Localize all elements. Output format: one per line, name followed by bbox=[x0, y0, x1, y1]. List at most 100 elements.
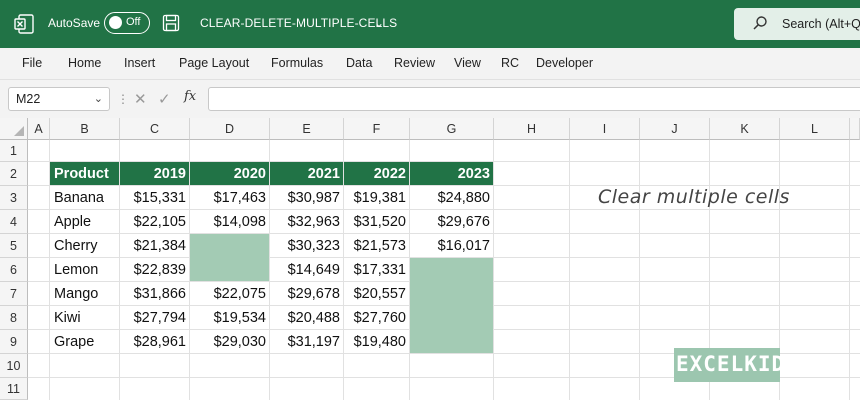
value-cell[interactable]: $27,760 bbox=[344, 306, 406, 330]
table-header-2023[interactable]: 2023 bbox=[410, 162, 493, 185]
column-header-c[interactable]: C bbox=[120, 118, 190, 140]
value-cell[interactable]: $19,534 bbox=[190, 306, 266, 330]
value-cell[interactable]: $14,649 bbox=[270, 258, 340, 282]
column-header-g[interactable]: G bbox=[410, 118, 494, 140]
value-cell[interactable]: $17,463 bbox=[190, 186, 266, 210]
annotation-text: Clear multiple cells bbox=[598, 186, 790, 208]
name-box-value: M22 bbox=[16, 92, 41, 106]
tab-insert[interactable]: Insert bbox=[124, 56, 155, 70]
value-cell[interactable]: $24,880 bbox=[410, 186, 490, 210]
formula-bar: M22 ⌄ ⋮ ✕ ✓ fx bbox=[0, 80, 860, 118]
column-header-b[interactable]: B bbox=[50, 118, 120, 140]
product-cell[interactable]: Grape bbox=[54, 330, 94, 354]
value-cell[interactable]: $21,573 bbox=[344, 234, 406, 258]
tab-view[interactable]: View bbox=[454, 56, 481, 70]
cleared-range-d5-d6[interactable] bbox=[190, 234, 269, 281]
value-cell[interactable]: $22,075 bbox=[190, 282, 266, 306]
value-cell[interactable]: $22,839 bbox=[120, 258, 186, 282]
enter-check-icon[interactable]: ✓ bbox=[158, 90, 171, 108]
row-header-2[interactable]: 2 bbox=[0, 162, 28, 186]
chevron-down-icon[interactable]: ⌄ bbox=[94, 92, 103, 105]
row-header-5[interactable]: 5 bbox=[0, 234, 28, 258]
formula-input[interactable] bbox=[208, 87, 860, 111]
gridline bbox=[493, 140, 494, 400]
column-header-a[interactable]: A bbox=[28, 118, 50, 140]
column-header-l[interactable]: L bbox=[780, 118, 850, 140]
search-box[interactable]: Search (Alt+Q) bbox=[734, 8, 860, 40]
row-header-6[interactable]: 6 bbox=[0, 258, 28, 282]
select-all-button[interactable] bbox=[0, 118, 28, 140]
product-cell[interactable]: Apple bbox=[54, 210, 91, 234]
column-header-f[interactable]: F bbox=[344, 118, 410, 140]
row-header-8[interactable]: 8 bbox=[0, 306, 28, 330]
tab-home[interactable]: Home bbox=[68, 56, 101, 70]
value-cell[interactable]: $16,017 bbox=[410, 234, 490, 258]
value-cell[interactable]: $21,384 bbox=[120, 234, 186, 258]
product-cell[interactable]: Kiwi bbox=[54, 306, 81, 330]
table-header-2022[interactable]: 2022 bbox=[344, 162, 409, 185]
table-header-2019[interactable]: 2019 bbox=[120, 162, 189, 185]
value-cell[interactable]: $28,961 bbox=[120, 330, 186, 354]
column-header-m[interactable] bbox=[850, 118, 860, 140]
column-header-j[interactable]: J bbox=[640, 118, 710, 140]
column-header-i[interactable]: I bbox=[570, 118, 640, 140]
value-cell[interactable]: $19,480 bbox=[344, 330, 406, 354]
insert-function-icon[interactable]: fx bbox=[184, 89, 196, 104]
worksheet-grid[interactable]: A B C D E F G H I J K L 1 2 3 4 5 6 7 8 … bbox=[0, 118, 860, 400]
product-cell[interactable]: Lemon bbox=[54, 258, 98, 282]
more-options-icon[interactable]: ⋮ bbox=[117, 92, 129, 106]
table-header-2020[interactable]: 2020 bbox=[190, 162, 269, 185]
row-header-10[interactable]: 10 bbox=[0, 354, 28, 378]
row-header-4[interactable]: 4 bbox=[0, 210, 28, 234]
gridline bbox=[639, 140, 640, 400]
tab-page-layout[interactable]: Page Layout bbox=[179, 56, 249, 70]
value-cell[interactable]: $31,866 bbox=[120, 282, 186, 306]
value-cell[interactable]: $22,105 bbox=[120, 210, 186, 234]
value-cell[interactable]: $32,963 bbox=[270, 210, 340, 234]
value-cell[interactable]: $20,488 bbox=[270, 306, 340, 330]
tab-file[interactable]: File bbox=[22, 56, 42, 70]
chevron-down-icon[interactable]: ⌄ bbox=[374, 16, 384, 30]
product-cell[interactable]: Cherry bbox=[54, 234, 98, 258]
tab-review[interactable]: Review bbox=[394, 56, 435, 70]
value-cell[interactable]: $30,987 bbox=[270, 186, 340, 210]
row-header-7[interactable]: 7 bbox=[0, 282, 28, 306]
value-cell[interactable]: $29,030 bbox=[190, 330, 266, 354]
row-header-11[interactable]: 11 bbox=[0, 378, 28, 400]
value-cell[interactable]: $20,557 bbox=[344, 282, 406, 306]
file-name[interactable]: CLEAR-DELETE-MULTIPLE-CELLS bbox=[200, 16, 397, 30]
tab-developer[interactable]: Developer bbox=[536, 56, 593, 70]
search-icon bbox=[753, 16, 767, 30]
tab-data[interactable]: Data bbox=[346, 56, 372, 70]
product-cell[interactable]: Mango bbox=[54, 282, 98, 306]
toggle-knob bbox=[109, 16, 122, 29]
column-header-e[interactable]: E bbox=[270, 118, 344, 140]
table-header-product[interactable]: Product bbox=[50, 162, 119, 185]
value-cell[interactable]: $31,197 bbox=[270, 330, 340, 354]
column-header-d[interactable]: D bbox=[190, 118, 270, 140]
value-cell[interactable]: $19,381 bbox=[344, 186, 406, 210]
value-cell[interactable]: $17,331 bbox=[344, 258, 406, 282]
value-cell[interactable]: $30,323 bbox=[270, 234, 340, 258]
table-header-2021[interactable]: 2021 bbox=[270, 162, 343, 185]
autosave-toggle[interactable]: Off bbox=[104, 12, 150, 34]
column-header-h[interactable]: H bbox=[494, 118, 570, 140]
value-cell[interactable]: $14,098 bbox=[190, 210, 266, 234]
row-header-1[interactable]: 1 bbox=[0, 140, 28, 162]
value-cell[interactable]: $29,676 bbox=[410, 210, 490, 234]
tab-rc[interactable]: RC bbox=[501, 56, 519, 70]
row-header-3[interactable]: 3 bbox=[0, 186, 28, 210]
save-icon[interactable] bbox=[162, 14, 180, 32]
column-header-k[interactable]: K bbox=[710, 118, 780, 140]
value-cell[interactable]: $27,794 bbox=[120, 306, 186, 330]
cleared-range-g6-g9[interactable] bbox=[410, 258, 493, 353]
product-cell[interactable]: Banana bbox=[54, 186, 104, 210]
value-cell[interactable]: $29,678 bbox=[270, 282, 340, 306]
cancel-icon[interactable]: ✕ bbox=[134, 90, 147, 108]
value-cell[interactable]: $15,331 bbox=[120, 186, 186, 210]
gridline bbox=[569, 140, 570, 400]
value-cell[interactable]: $31,520 bbox=[344, 210, 406, 234]
name-box[interactable]: M22 ⌄ bbox=[8, 87, 110, 111]
tab-formulas[interactable]: Formulas bbox=[271, 56, 323, 70]
row-header-9[interactable]: 9 bbox=[0, 330, 28, 354]
